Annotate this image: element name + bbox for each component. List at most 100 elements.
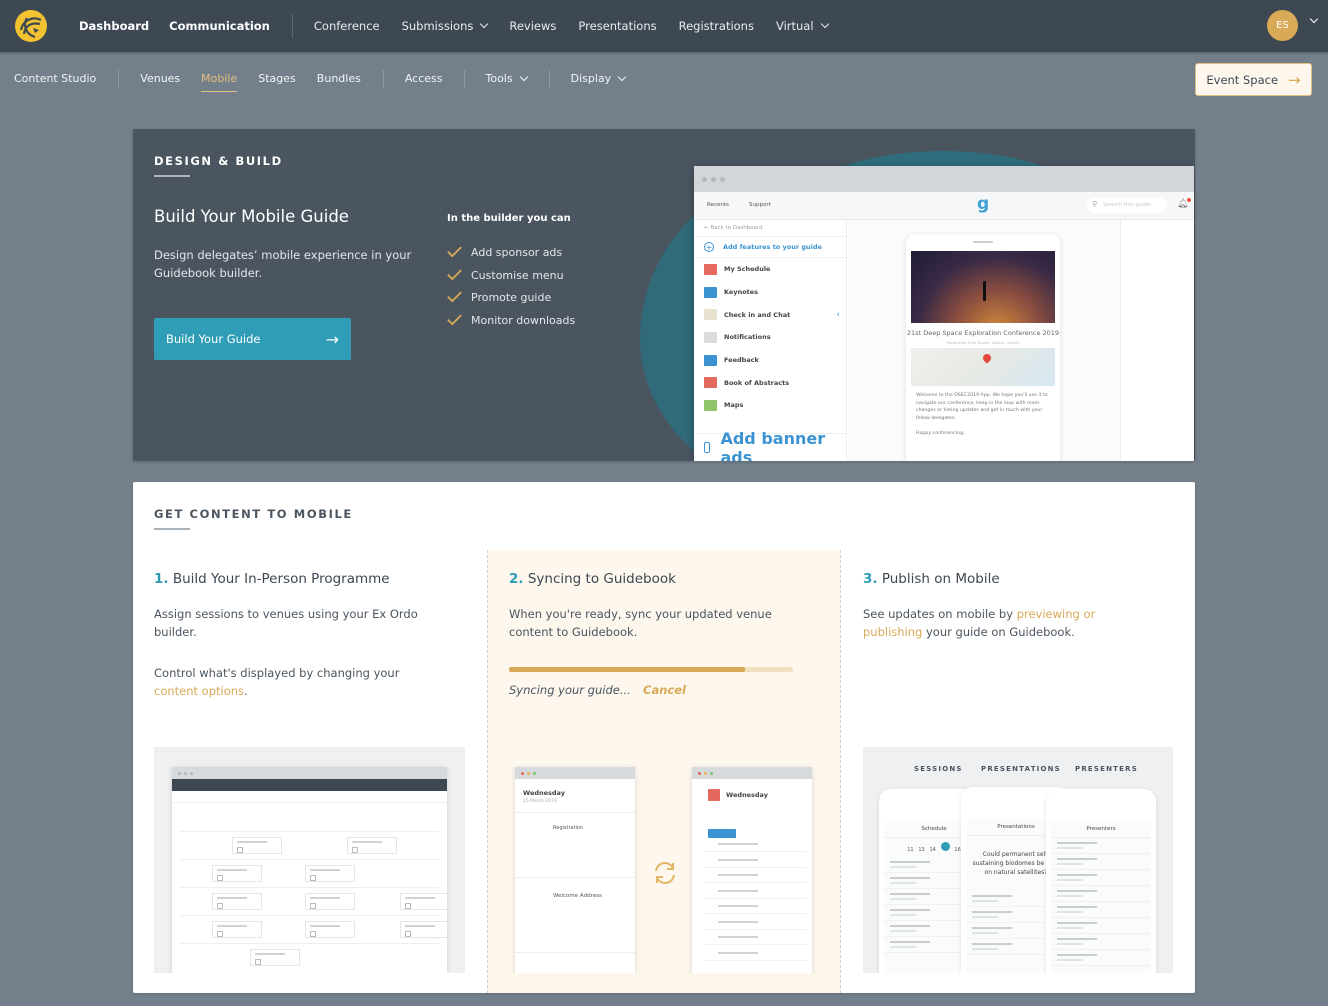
schedule-venue-row <box>180 915 439 916</box>
mockup-phone-preview: 21st Deep Space Exploration Conference 2… <box>906 234 1060 461</box>
schedule-session-block <box>347 837 397 854</box>
mockup-feature-item: My Schedule <box>694 258 846 281</box>
step-title: 3. Publish on Mobile <box>863 571 1000 587</box>
subnav-stages[interactable]: Stages <box>258 66 296 92</box>
builder-heading: In the builder you can <box>447 213 571 224</box>
map-image <box>911 348 1055 386</box>
subnav-divider <box>463 70 465 88</box>
sync-status-text: Syncing your guide... <box>509 683 631 697</box>
session-row <box>704 951 806 961</box>
step-description: Assign sessions to venues using your Ex … <box>154 607 418 639</box>
nav-divider <box>291 14 293 38</box>
schedule-session-block <box>305 865 355 882</box>
schedule-venue-row <box>180 887 439 888</box>
step-syncing: 2. Syncing to Guidebook When you're read… <box>487 550 841 993</box>
mockup-feature-label: Keynotes <box>724 288 759 297</box>
builder-feature-label: Add sponsor ads <box>471 245 563 259</box>
session-row <box>704 905 806 914</box>
nav-registrations-label: Registrations <box>678 19 754 33</box>
subnav-content-studio[interactable]: Content Studio <box>14 66 96 92</box>
mockup-right-panel <box>1120 220 1194 461</box>
chevron-left-icon: ‹ <box>836 309 840 320</box>
subnav-divider <box>382 70 384 88</box>
nav-conference[interactable]: Conference <box>314 19 380 33</box>
phone-notch <box>973 241 993 243</box>
mockup-feature-item: Book of Abstracts <box>694 371 846 394</box>
mockup-search: Search this guide <box>1087 198 1167 213</box>
sync-arrows-icon <box>655 862 675 884</box>
window-titlebar <box>692 767 812 779</box>
subnav-access[interactable]: Access <box>405 66 443 92</box>
user-menu-chevron-icon[interactable] <box>1309 14 1319 24</box>
starry-sky-image <box>911 251 1055 323</box>
mockup-feature-label: My Schedule <box>724 265 771 274</box>
builder-feature-label: Promote guide <box>471 291 552 305</box>
label-presenters: PRESENTERS <box>1075 765 1138 773</box>
calendar-icon <box>704 263 717 275</box>
subnav-display-label: Display <box>570 72 612 85</box>
design-build-banner: DESIGN & BUILD Build Your Mobile Guide D… <box>133 129 1195 461</box>
mockup-add-features-label: Add features to your guide <box>723 243 822 251</box>
schedule-venue-row <box>180 859 439 860</box>
window-titlebar <box>172 767 447 779</box>
builder-window <box>172 767 447 973</box>
sync-progress-bar <box>509 667 793 672</box>
mockup-feature-item: Keynotes <box>694 281 846 304</box>
step-description: See updates on mobile by previewing or p… <box>863 605 1153 641</box>
left-window-date: 15 March 2019 <box>523 799 557 804</box>
mockup-back-link: ← Back to Dashboard <box>704 225 763 231</box>
session-row <box>704 874 806 883</box>
mockup-feature-item: Feedback <box>694 349 846 372</box>
calendar-icon <box>708 789 720 801</box>
builder-feature-item: Promote guide <box>447 286 575 309</box>
event-space-button[interactable]: Event Space → <box>1195 63 1312 96</box>
schedule-session-block <box>400 921 447 938</box>
section-kicker: GET CONTENT TO MOBILE <box>154 507 353 521</box>
nav-submissions[interactable]: Submissions <box>402 19 489 33</box>
nav-conference-label: Conference <box>313 19 380 33</box>
plus-circle-icon: + <box>704 242 714 252</box>
content-options-link[interactable]: content options <box>154 684 244 698</box>
subnav-bundles[interactable]: Bundles <box>317 66 361 92</box>
step-text-prefix: See updates on mobile by <box>863 607 1017 621</box>
subnav-tools[interactable]: Tools <box>486 66 528 92</box>
step-title: 2. Syncing to Guidebook <box>509 571 676 587</box>
schedule-session-block <box>212 865 262 882</box>
sync-illustration: Wednesday 15 March 2019 Registration Wel… <box>488 747 840 973</box>
subnav-mobile[interactable]: Mobile <box>201 66 238 92</box>
window-dot-icon <box>720 176 725 182</box>
subnav-venues[interactable]: Venues <box>140 66 180 92</box>
user-avatar[interactable]: ES <box>1267 10 1298 41</box>
session-row <box>704 920 806 930</box>
book-icon <box>704 377 717 389</box>
step-number: 2. <box>509 571 524 587</box>
mockup-sidebar: ← Back to Dashboard + Add features to you… <box>694 220 847 461</box>
cancel-sync-link[interactable]: Cancel <box>643 683 686 697</box>
subnav-divider <box>548 70 550 88</box>
phone-conference-title: 21st Deep Space Exploration Conference 2… <box>906 329 1060 337</box>
nav-presentations-label: Presentations <box>578 19 657 33</box>
build-your-guide-button[interactable]: Build Your Guide → <box>154 318 351 360</box>
nav-virtual-label: Virtual <box>775 19 814 33</box>
window-dot-icon <box>702 176 707 182</box>
ex-ordo-logo-icon[interactable] <box>13 8 49 44</box>
window-dot-icon <box>711 176 716 182</box>
subnav-display[interactable]: Display <box>570 66 627 92</box>
session-row <box>704 858 806 868</box>
event-space-label: Event Space <box>1206 72 1279 87</box>
window-titlebar <box>515 767 635 779</box>
nav-registrations[interactable]: Registrations <box>679 19 754 33</box>
mockup-feature-item: Check in and Chat ‹ <box>694 303 846 326</box>
builder-feature-item: Customise menu <box>447 264 575 287</box>
new-session-button <box>708 829 736 838</box>
nav-communication[interactable]: Communication <box>169 19 270 33</box>
mockup-add-features: + Add features to your guide <box>694 236 846 258</box>
nav-virtual[interactable]: Virtual <box>775 19 829 33</box>
window-titlebar <box>694 166 1194 192</box>
hero-title: Build Your Mobile Guide <box>154 207 349 226</box>
nav-reviews[interactable]: Reviews <box>509 19 556 33</box>
nav-presentations[interactable]: Presentations <box>578 19 656 33</box>
builder-toolbar <box>172 791 447 803</box>
nav-dashboard[interactable]: Dashboard <box>79 19 149 33</box>
step-title: 1. Build Your In-Person Programme <box>154 571 390 587</box>
